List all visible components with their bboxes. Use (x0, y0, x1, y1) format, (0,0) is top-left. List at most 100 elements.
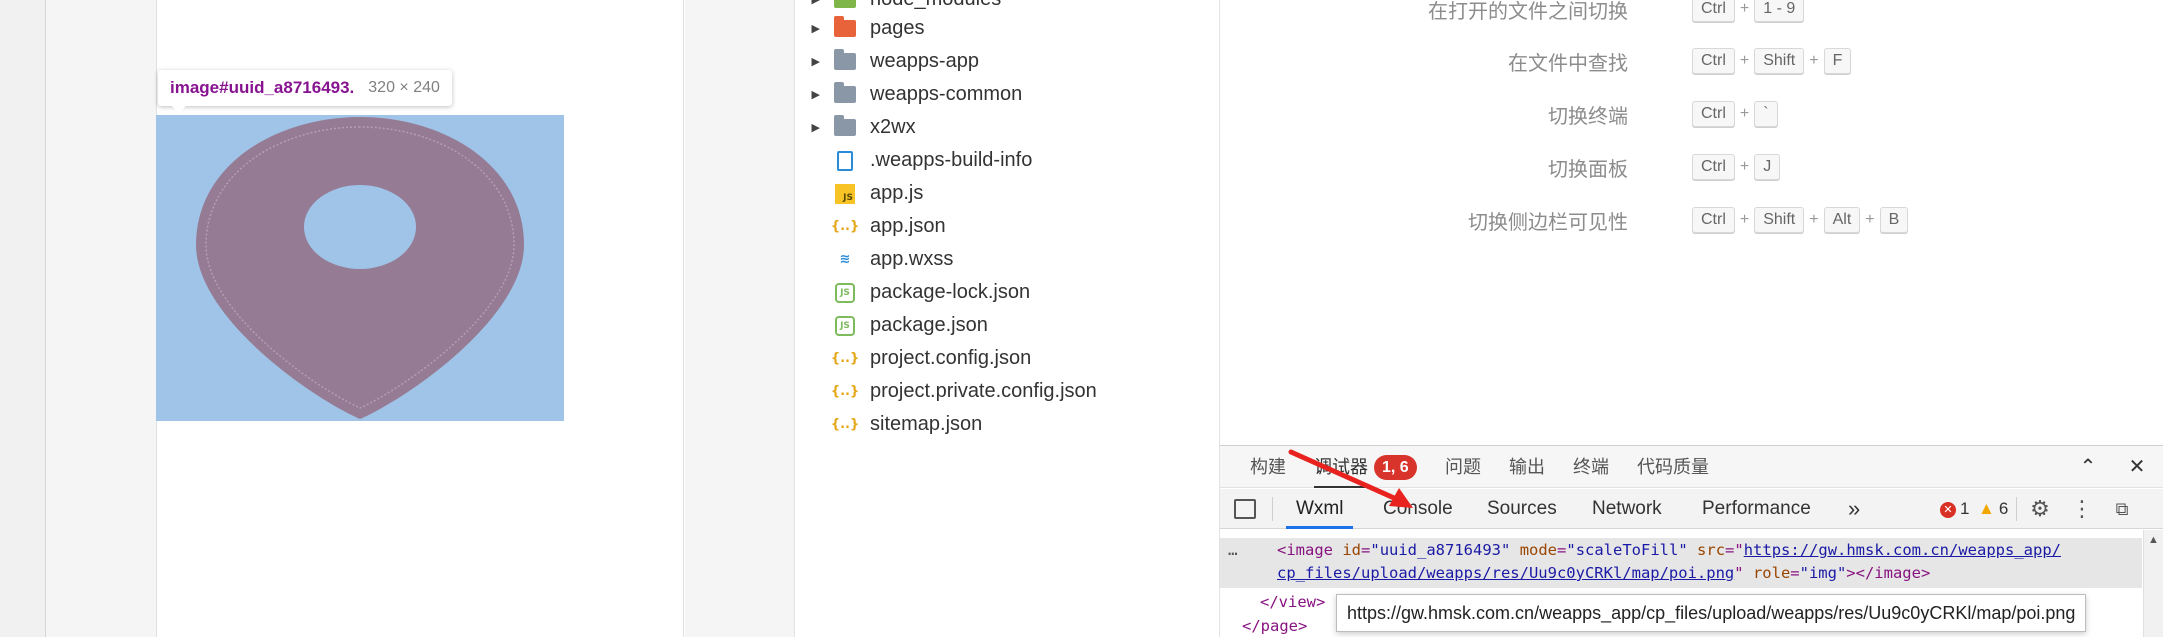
tree-item-project-private-config-json[interactable]: {..} project.private.config.json (796, 375, 1218, 408)
css-file-icon: ≋ (839, 252, 851, 267)
key-cap: F (1823, 48, 1852, 74)
error-count[interactable]: ✕ 1 (1940, 489, 1969, 529)
wxml-page-close[interactable]: </page> (1242, 617, 1307, 635)
key-cap: B (1879, 207, 1909, 233)
tree-item-weapps-build-info[interactable]: .weapps-build-info (796, 144, 1218, 177)
shortcut-row: 切换终端 Ctrl + ` (1220, 99, 2163, 129)
code-scrollbar[interactable]: ▲ (2143, 530, 2163, 637)
folder-icon (832, 82, 858, 106)
shortcut-row: 在打开的文件之间切换 Ctrl + 1 - 9 (1220, 0, 2163, 24)
close-icon[interactable]: ✕ (2124, 454, 2150, 480)
inspect-element-icon[interactable] (1234, 499, 1256, 519)
tab-build[interactable]: 构建 (1250, 446, 1286, 488)
activity-bar (0, 0, 46, 637)
editor-welcome-pane: 在打开的文件之间切换 Ctrl + 1 - 9 在文件中查找 Ctrl + Shif… (1219, 0, 2163, 445)
json-file-icon: {..} (830, 417, 860, 432)
tree-item-app-js[interactable]: JS app.js (796, 177, 1218, 210)
tree-item-label: weapps-app (870, 50, 979, 72)
tree-item-pages[interactable]: ▶ pages (796, 12, 1218, 45)
error-icon: ✕ (1940, 501, 1956, 518)
wxml-image-node[interactable]: <image id="uuid_a8716493" mode="scaleToF… (1277, 541, 2061, 559)
shortcut-keys: Ctrl + 1 - 9 (1692, 0, 1805, 22)
file-explorer: ▶ node_modules ▶ pages ▶ weapps-app ▶ we… (796, 0, 1218, 637)
tree-item-label: node_modules (870, 0, 1001, 11)
tree-item-app-wxss[interactable]: ≋ app.wxss (796, 243, 1218, 276)
shortcut-label: 切换面板 (1548, 158, 1628, 181)
json-file-icon: {..} (830, 219, 860, 234)
editor-gutter (685, 0, 795, 637)
tree-item-label: pages (870, 17, 925, 39)
tree-item-sitemap-json[interactable]: {..} sitemap.json (796, 408, 1218, 441)
key-cap: Alt (1823, 207, 1861, 233)
expand-arrow-icon[interactable]: ▶ (796, 0, 832, 6)
src-link[interactable]: cp_files/upload/weapps/res/Uu9c0yCRKl/ma… (1277, 564, 1734, 582)
tree-item-label: x2wx (870, 116, 916, 138)
gear-icon[interactable]: ⚙ (2028, 497, 2052, 521)
tab-performance[interactable]: Performance (1702, 489, 1811, 529)
key-cap: Ctrl (1692, 48, 1735, 74)
json-file-icon: {..} (830, 384, 860, 399)
src-link[interactable]: https://gw.hmsk.com.cn/weapps_app/ (1744, 541, 2061, 559)
expand-arrow-icon[interactable]: ▶ (796, 22, 832, 35)
element-tooltip: image#uuid_a8716493. 320 × 240 (158, 70, 452, 113)
scroll-up-icon[interactable]: ▲ (2148, 534, 2159, 546)
key-cap: Ctrl (1692, 101, 1735, 127)
expand-arrow-icon[interactable]: ▶ (796, 88, 832, 101)
shortcut-label: 在文件中查找 (1508, 52, 1628, 75)
simulator-background (46, 0, 156, 637)
tree-item-label: .weapps-build-info (870, 149, 1033, 171)
warning-icon: ▲ (1978, 499, 1995, 518)
tree-item-package-json[interactable]: JS package.json (796, 309, 1218, 342)
folder-icon (832, 49, 858, 73)
tree-item-package-lock-json[interactable]: JS package-lock.json (796, 276, 1218, 309)
key-cap: Ctrl (1692, 154, 1735, 180)
folder-icon (832, 115, 858, 139)
shortcut-keys: Ctrl + J (1692, 154, 1781, 180)
tooltip-selector: image#uuid_a8716493. (170, 78, 355, 97)
folder-node-modules-icon (832, 0, 858, 11)
tab-terminal[interactable]: 终端 (1573, 446, 1609, 488)
tab-code-quality[interactable]: 代码质量 (1637, 446, 1709, 488)
tree-item-label: weapps-common (870, 83, 1023, 105)
key-cap: Shift (1754, 207, 1805, 233)
node-menu-icon[interactable]: … (1228, 540, 1239, 559)
expand-arrow-icon[interactable]: ▶ (796, 121, 832, 134)
more-vertical-icon[interactable]: ⋮ (2070, 497, 2094, 521)
tab-output[interactable]: 输出 (1509, 446, 1545, 488)
tree-item-label: project.private.config.json (870, 380, 1097, 402)
wxml-image-node-cont[interactable]: cp_files/upload/weapps/res/Uu9c0yCRKl/ma… (1277, 564, 1930, 582)
shortcut-keys: Ctrl + ` (1692, 101, 1778, 127)
tree-item-label: app.js (870, 182, 924, 204)
tree-item-weapps-app[interactable]: ▶ weapps-app (796, 45, 1218, 78)
tab-issues[interactable]: 问题 (1445, 446, 1481, 488)
tree-item-x2wx[interactable]: ▶ x2wx (796, 111, 1218, 144)
tree-item-label: package.json (870, 314, 988, 336)
wxml-view-close[interactable]: </view> (1260, 593, 1325, 611)
more-tabs-icon[interactable]: » (1848, 489, 1860, 529)
highlighted-image-element[interactable] (156, 115, 564, 421)
js-file-icon: JS (832, 183, 858, 205)
key-cap: 1 - 9 (1754, 0, 1805, 22)
shortcut-row: 切换侧边栏可见性 Ctrl + Shift + Alt + B (1220, 205, 2163, 235)
warning-count[interactable]: ▲ 6 (1978, 489, 2008, 529)
map-pin-icon (196, 117, 524, 419)
red-annotation-arrow-icon (1288, 449, 1413, 508)
undock-icon[interactable]: ⧉ (2110, 497, 2134, 521)
tooltip-size: 320 × 240 (368, 79, 440, 96)
tree-item-label: app.wxss (870, 248, 954, 270)
tab-network[interactable]: Network (1592, 489, 1662, 529)
shortcut-keys: Ctrl + Shift + F (1692, 48, 1852, 74)
key-cap: J (1754, 154, 1781, 180)
tree-item-weapps-common[interactable]: ▶ weapps-common (796, 78, 1218, 111)
key-cap: Ctrl (1692, 207, 1735, 233)
tree-item-label: app.json (870, 215, 946, 237)
tree-item-project-config-json[interactable]: {..} project.config.json (796, 342, 1218, 375)
node-file-icon: JS (832, 282, 858, 304)
tab-sources[interactable]: Sources (1487, 489, 1557, 529)
key-cap: Ctrl (1692, 0, 1735, 22)
node-file-icon: JS (832, 315, 858, 337)
expand-arrow-icon[interactable]: ▶ (796, 55, 832, 68)
key-cap: ` (1754, 101, 1778, 127)
chevron-up-icon[interactable]: ⌃ (2075, 454, 2101, 480)
tree-item-app-json[interactable]: {..} app.json (796, 210, 1218, 243)
